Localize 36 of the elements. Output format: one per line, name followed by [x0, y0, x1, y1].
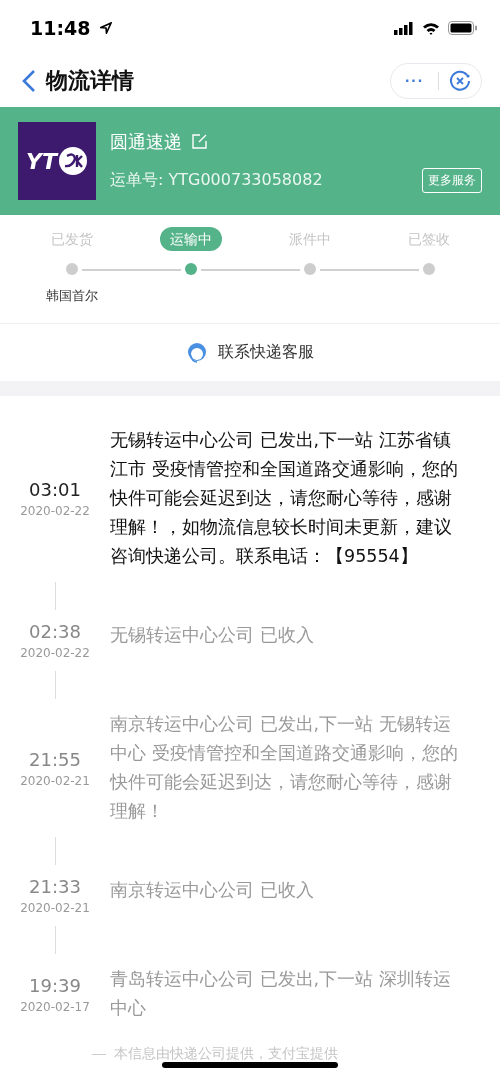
event-time: 21:55 [29, 748, 81, 770]
carrier-name: 圆通速递 [110, 129, 182, 154]
event-date: 2020-02-22 [20, 646, 90, 660]
event-description: 南京转运中心公司 已发出,下一站 无锡转运中心 受疫情管控和全国道路交通影响，您的快件可能会延迟到达，请您耐心等待，感谢理解！ [110, 713, 459, 823]
page-title: 物流详情 [46, 67, 135, 95]
status-time: 11:48 [30, 17, 91, 39]
current-step-bubble: 运输中 [159, 227, 222, 251]
edit-icon[interactable] [192, 134, 207, 149]
step-label: 派件中 [287, 230, 332, 249]
more-button[interactable]: ··· [401, 72, 428, 90]
logo-text: YT [26, 148, 57, 174]
event-description: 无锡转运中心公司 已发出,下一站 江苏省镇江市 受疫情管控和全国道路交通影响，您的快件可能会延迟到达，请您耐心等待，感谢理解！，如物流信息较长时间未更新，建议咨询快递公司。联系电话：【95554】 [110, 429, 459, 568]
more-services-button[interactable]: 更多服务 [422, 167, 482, 193]
event-description: 南京转运中心公司 已收入 [110, 879, 315, 902]
event-description: 无锡转运中心公司 已收入 [110, 624, 315, 647]
close-icon[interactable] [449, 70, 471, 92]
event-date: 2020-02-21 [20, 773, 90, 788]
signal-icon [394, 21, 414, 35]
battery-icon [448, 21, 478, 35]
event-date: 2020-02-22 [20, 504, 90, 518]
step-label: 已发货 [49, 230, 94, 249]
runner-circle-icon [57, 146, 88, 176]
event-time: 02:38 [29, 621, 81, 642]
step-label: 已签收 [406, 230, 451, 249]
event-date: 2020-02-17 [20, 999, 90, 1014]
event-description: 青岛转运中心公司 已发出,下一站 深圳转运中心 [110, 968, 452, 1020]
event-date: 2020-02-21 [20, 901, 90, 915]
event-time: 21:33 [29, 876, 81, 897]
customer-service-icon [186, 341, 208, 364]
event-time: 03:01 [29, 479, 81, 500]
step-place: 韩国首尔 [45, 287, 98, 305]
back-icon[interactable] [22, 69, 36, 93]
wifi-icon [422, 21, 440, 35]
event-time: 19:39 [29, 974, 81, 996]
waybill-number: 运单号: YTG000733058082 [110, 169, 323, 191]
location-arrow-icon [100, 22, 113, 34]
